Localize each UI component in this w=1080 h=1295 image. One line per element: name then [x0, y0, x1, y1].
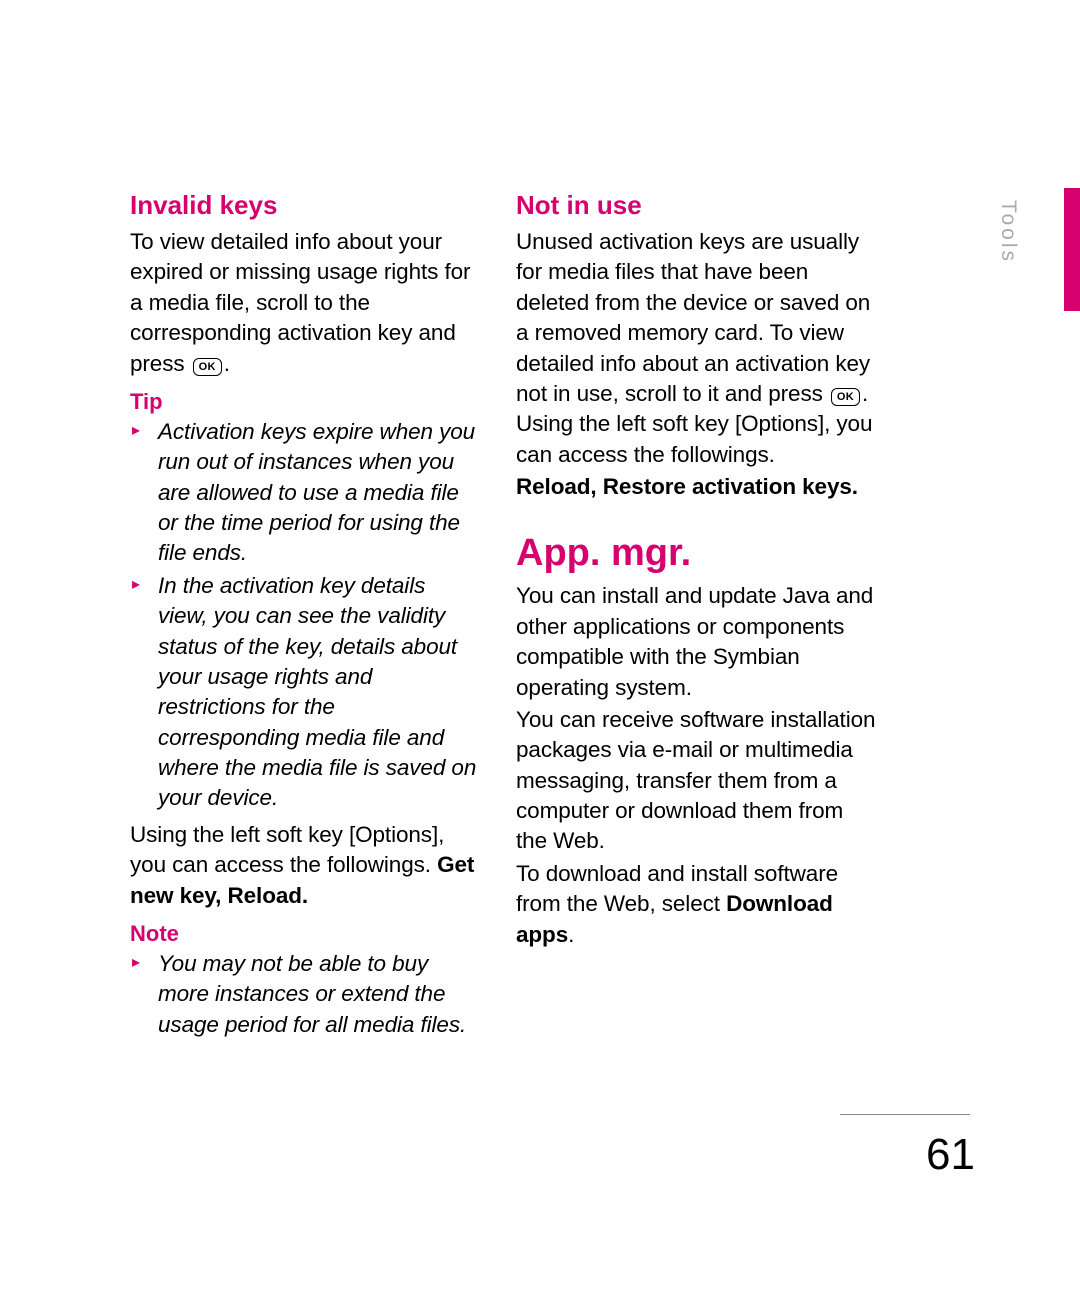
paragraph-after-tip: Using the left soft key [Options], you c…	[130, 820, 478, 911]
text: Unused activation keys are usually for m…	[516, 229, 870, 406]
heading-not-in-use: Not in use	[516, 190, 876, 221]
two-column-layout: Invalid keys To view detailed info about…	[130, 190, 970, 1042]
paragraph-niu-bold: Reload, Restore activation keys.	[516, 472, 876, 502]
heading-app-mgr: App. mgr.	[516, 532, 876, 575]
heading-invalid-keys: Invalid keys	[130, 190, 478, 221]
paragraph-not-in-use: Unused activation keys are usually for m…	[516, 227, 876, 470]
manual-page: Tools Invalid keys To view detailed info…	[0, 0, 1080, 1295]
left-column: Invalid keys To view detailed info about…	[130, 190, 478, 1042]
page-number: 61	[926, 1130, 975, 1180]
tip-label: Tip	[130, 389, 478, 415]
tip-list: Activation keys expire when you run out …	[130, 417, 478, 814]
note-label: Note	[130, 921, 478, 947]
right-column: Not in use Unused activation keys are us…	[516, 190, 876, 1042]
ok-button-icon: OK	[831, 388, 860, 406]
paragraph-appmgr-3: To download and install software from th…	[516, 859, 876, 950]
text: Using the left soft key [Options], you c…	[130, 822, 444, 877]
footer-rule	[840, 1114, 970, 1115]
text: .	[568, 922, 574, 947]
ok-button-icon: OK	[193, 358, 222, 376]
list-item: Activation keys expire when you run out …	[130, 417, 478, 569]
section-label: Tools	[996, 200, 1020, 264]
bold-text: Reload, Restore activation keys.	[516, 474, 858, 499]
paragraph-invalid-keys: To view detailed info about your expired…	[130, 227, 478, 379]
text: To view detailed info about your expired…	[130, 229, 470, 376]
thumb-tab	[1064, 188, 1080, 311]
list-item: In the activation key details view, you …	[130, 571, 478, 814]
list-item: You may not be able to buy more instance…	[130, 949, 478, 1040]
note-list: You may not be able to buy more instance…	[130, 949, 478, 1040]
paragraph-appmgr-2: You can receive software installation pa…	[516, 705, 876, 857]
text: .	[224, 351, 230, 376]
paragraph-appmgr-1: You can install and update Java and othe…	[516, 581, 876, 703]
